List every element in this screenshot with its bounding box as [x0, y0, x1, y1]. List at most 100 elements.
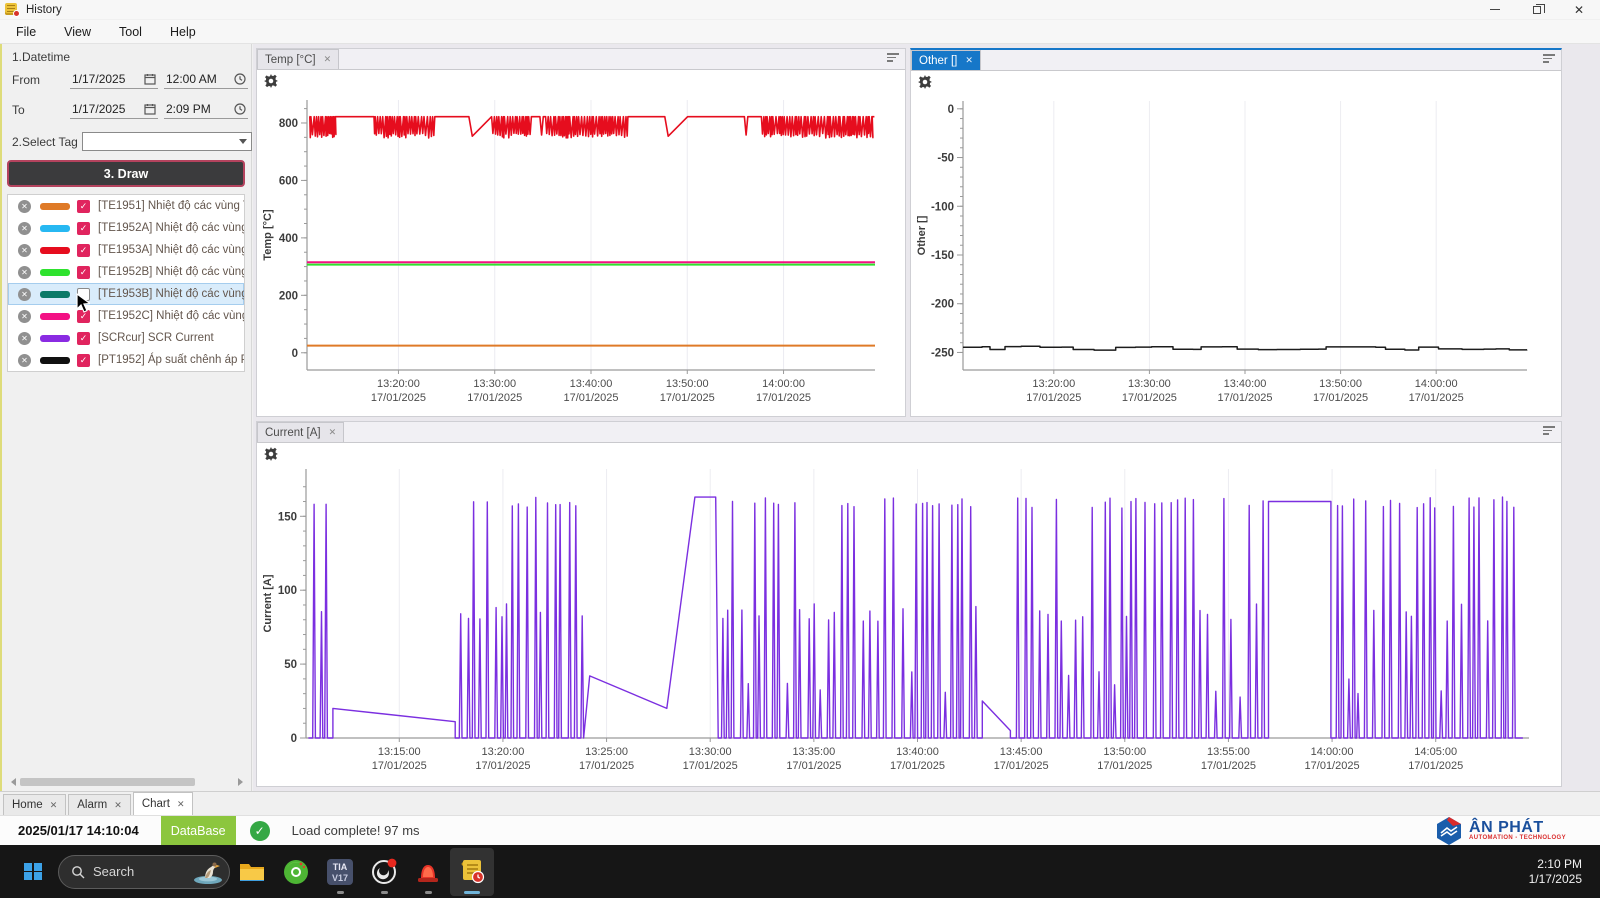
brand-tagline: AUTOMATION - TECHNOLOGY [1469, 835, 1566, 841]
tag-row-TE1952B[interactable]: ✕✓[TE1952B] Nhiệt độ các vùng TE 1952B [8, 261, 244, 283]
tag-row-PT1952[interactable]: ✕✓[PT1952] Áp suất chênh áp PT 1952 [8, 349, 244, 371]
doc-tab-home[interactable]: Home ✕ [3, 794, 66, 815]
taskbar-green-app[interactable] [274, 848, 318, 896]
remove-icon[interactable]: ✕ [18, 354, 31, 367]
from-time-field[interactable]: 12:00 AM [164, 70, 248, 89]
svg-text:13:20:00: 13:20:00 [482, 746, 525, 758]
taskbar-clock[interactable]: 2:10 PM 1/17/2025 [1529, 857, 1582, 887]
close-icon[interactable]: ✕ [177, 799, 185, 810]
tag-select-dropdown[interactable] [82, 132, 252, 151]
menu-tool[interactable]: Tool [105, 22, 156, 42]
gear-icon[interactable] [264, 74, 278, 88]
taskbar-history-app[interactable] [450, 848, 494, 896]
doc-tab-label: Home [12, 799, 43, 811]
close-icon[interactable]: ✕ [329, 427, 337, 438]
menu-view[interactable]: View [50, 22, 105, 42]
remove-icon[interactable]: ✕ [18, 310, 31, 323]
gear-icon[interactable] [264, 447, 278, 461]
select-tag-label: 2.Select Tag [12, 135, 78, 149]
remove-icon[interactable]: ✕ [18, 266, 31, 279]
svg-text:14:00:00: 14:00:00 [1415, 378, 1458, 390]
tag-color-swatch [40, 269, 70, 276]
svg-text:13:30:00: 13:30:00 [473, 378, 516, 390]
svg-text:Current [A]: Current [A] [262, 574, 274, 632]
svg-text:14:00:00: 14:00:00 [762, 378, 805, 390]
panel-menu-icon[interactable] [1543, 426, 1555, 437]
tag-checkbox-TE1952B[interactable]: ✓ [77, 266, 90, 279]
scroll-right-arrow-icon[interactable] [235, 777, 245, 787]
tag-color-swatch [40, 335, 70, 342]
doc-tab-chart[interactable]: Chart ✕ [133, 792, 194, 815]
close-icon[interactable]: ✕ [324, 54, 332, 65]
close-icon[interactable]: ✕ [50, 800, 58, 811]
sidebar-horizontal-scrollbar[interactable] [8, 777, 245, 787]
tag-row-SCRcur[interactable]: ✕ ✓ [SCRcur] SCR Current [8, 327, 244, 349]
tag-row-TE1953B[interactable]: ✕[TE1953B] Nhiệt độ các vùng TE 1953B [8, 283, 244, 305]
svg-text:17/01/2025: 17/01/2025 [1217, 392, 1272, 404]
svg-text:V17: V17 [332, 873, 348, 883]
tag-checkbox-SCRcur[interactable]: ✓ [77, 332, 90, 345]
tag-row-TE1951[interactable]: ✕ ✓ [TE1951] Nhiệt độ các vùng TE 1951 [8, 195, 244, 217]
window-restore-button[interactable] [1516, 0, 1558, 19]
tab-current[interactable]: Current [A]✕ [257, 422, 344, 442]
tag-checkbox-TE1952A[interactable]: ✓ [77, 222, 90, 235]
start-button[interactable] [16, 855, 50, 889]
scroll-left-arrow-icon[interactable] [8, 777, 18, 787]
svg-text:17/01/2025: 17/01/2025 [1305, 760, 1360, 772]
remove-icon[interactable]: ✕ [18, 244, 31, 257]
taskbar-search-box[interactable]: Search [58, 855, 230, 889]
panel-menu-icon[interactable] [887, 53, 899, 64]
svg-text:17/01/2025: 17/01/2025 [786, 760, 841, 772]
svg-text:-100: -100 [931, 201, 954, 213]
tag-checkbox-TE1952C[interactable]: ✓ [77, 310, 90, 323]
taskbar-obs[interactable] [362, 848, 406, 896]
window-close-button[interactable]: ✕ [1558, 0, 1600, 19]
svg-text:14:00:00: 14:00:00 [1311, 746, 1354, 758]
panel-menu-icon[interactable] [1543, 54, 1555, 65]
svg-text:17/01/2025: 17/01/2025 [563, 392, 618, 404]
taskbar-file-explorer[interactable] [230, 848, 274, 896]
tag-row-TE1953A[interactable]: ✕✓[TE1953A] Nhiệt độ các vùng TE 1953A [8, 239, 244, 261]
svg-text:17/01/2025: 17/01/2025 [1409, 392, 1464, 404]
doc-tab-alarm[interactable]: Alarm✕ [68, 794, 131, 815]
svg-text:13:45:00: 13:45:00 [1000, 746, 1043, 758]
remove-icon[interactable]: ✕ [18, 222, 31, 235]
current-chart-panel: Current [A]✕ 13:15:0017/01/202513:20:001… [256, 421, 1562, 787]
taskbar-tia-portal[interactable]: TIAV17 [318, 848, 362, 896]
to-date-field[interactable]: 1/17/2025 [70, 100, 158, 119]
tag-checkbox-TE1953B[interactable] [77, 288, 90, 301]
other-chart-canvas[interactable]: 13:20:0017/01/202513:30:0017/01/202513:4… [911, 71, 1561, 416]
from-date-field[interactable]: 1/17/2025 [70, 70, 158, 89]
menu-help[interactable]: Help [156, 22, 210, 42]
menu-file[interactable]: File [2, 22, 50, 42]
database-badge: DataBase [161, 816, 236, 846]
tab-temp[interactable]: Temp [°C]✕ [257, 49, 339, 69]
svg-text:13:20:00: 13:20:00 [1032, 378, 1075, 390]
draw-button[interactable]: 3. Draw [7, 160, 245, 187]
tab-other[interactable]: Other []✕ [911, 50, 981, 70]
tag-checkbox-TE1951[interactable]: ✓ [77, 200, 90, 213]
current-chart-canvas[interactable]: 13:15:0017/01/202513:20:0017/01/202513:2… [257, 443, 1561, 786]
taskbar-alarm-app[interactable] [406, 848, 450, 896]
remove-icon[interactable]: ✕ [18, 288, 31, 301]
tag-checkbox-TE1953A[interactable]: ✓ [77, 244, 90, 257]
tag-label: [SCRcur] SCR Current [98, 332, 214, 344]
svg-text:13:50:00: 13:50:00 [1103, 746, 1146, 758]
close-icon[interactable]: ✕ [965, 55, 973, 66]
tag-row-TE1952C[interactable]: ✕✓[TE1952C] Nhiệt độ các vùng TE 1952C [8, 305, 244, 327]
scrollbar-thumb[interactable] [20, 778, 195, 786]
search-placeholder: Search [93, 864, 191, 879]
tag-checkbox-PT1952[interactable]: ✓ [77, 354, 90, 367]
close-icon[interactable]: ✕ [114, 800, 122, 811]
app-icon [5, 2, 20, 17]
to-time-field[interactable]: 2:09 PM [164, 100, 248, 119]
remove-icon[interactable]: ✕ [18, 200, 31, 213]
tag-label: [TE1951] Nhiệt độ các vùng TE 1951 [98, 200, 244, 212]
window-minimize-button[interactable] [1474, 0, 1516, 19]
doc-tab-label: Chart [142, 798, 170, 810]
remove-icon[interactable]: ✕ [18, 332, 31, 345]
temp-chart-canvas[interactable]: 13:20:0017/01/202513:30:0017/01/202513:4… [257, 70, 905, 416]
gear-icon[interactable] [918, 75, 932, 89]
clock-date: 1/17/2025 [1529, 872, 1582, 887]
tag-row-TE1952A[interactable]: ✕✓[TE1952A] Nhiệt độ các vùng TE 1952A [8, 217, 244, 239]
